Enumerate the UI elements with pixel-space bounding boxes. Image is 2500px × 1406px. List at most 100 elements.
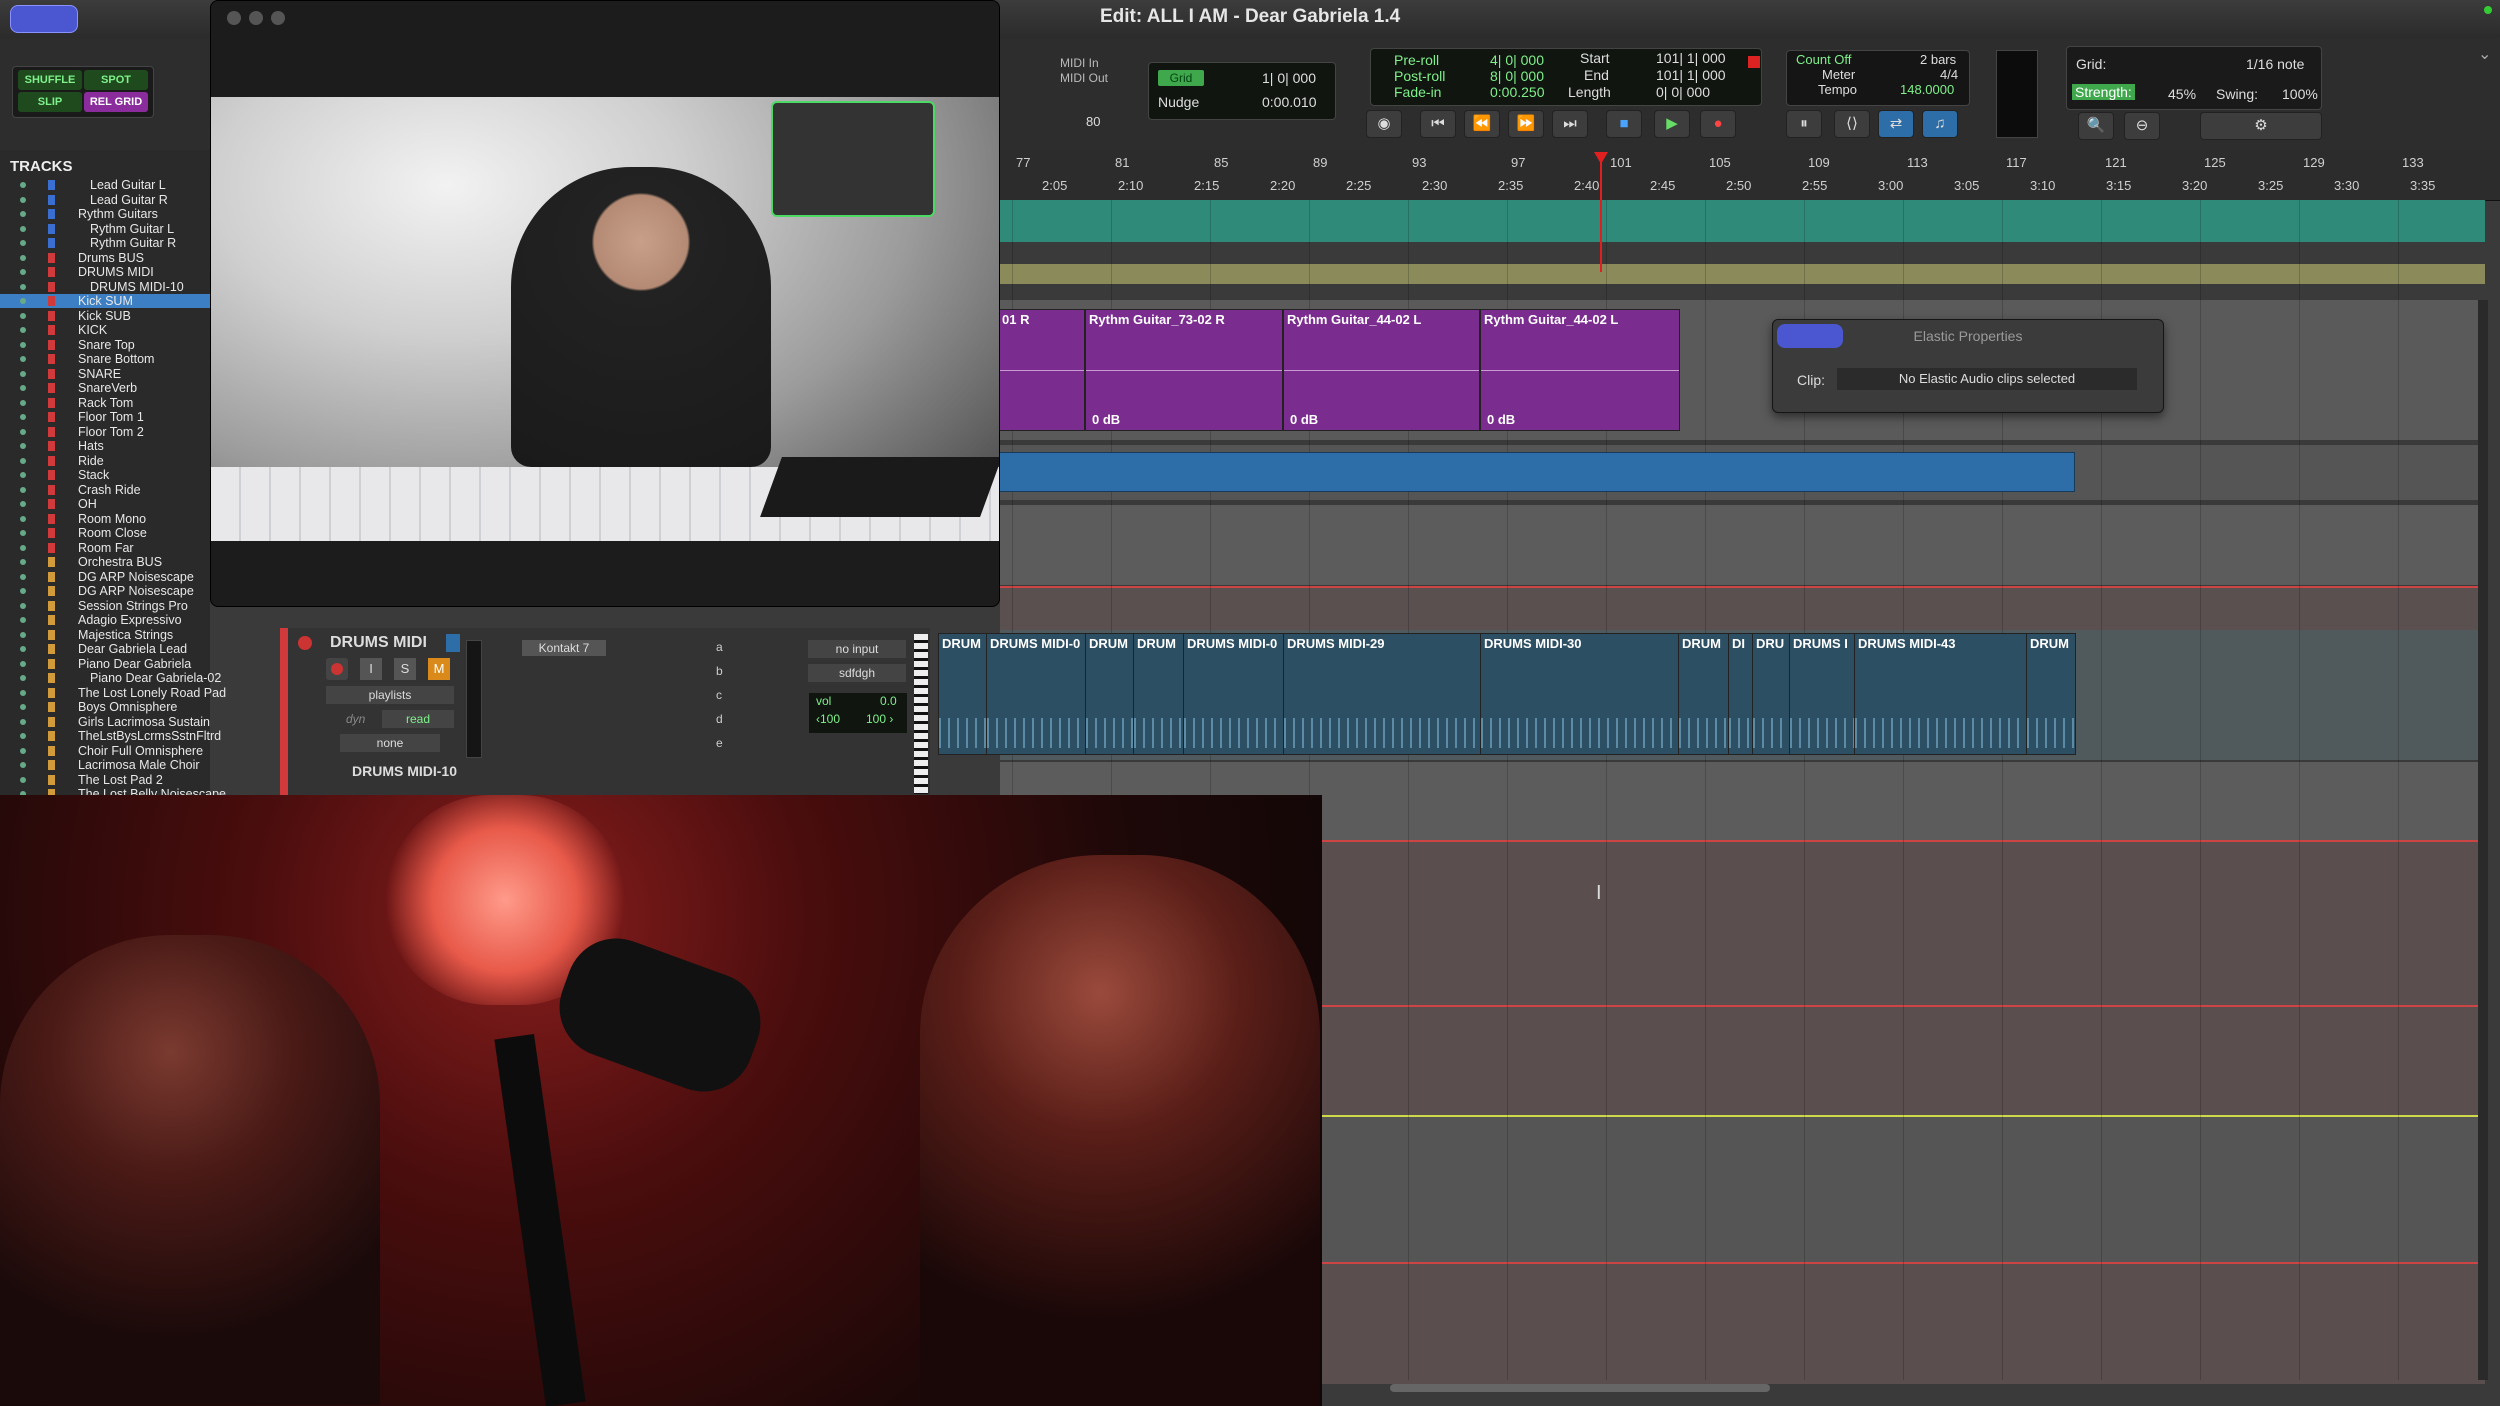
track-active-icon[interactable]: [20, 327, 26, 333]
track-list-item[interactable]: Rythm Guitar R: [0, 236, 210, 250]
track-active-icon[interactable]: [20, 298, 26, 304]
volume-value[interactable]: 0.0: [880, 694, 897, 708]
grid-value[interactable]: 1| 0| 000: [1262, 70, 1316, 86]
track-active-icon[interactable]: [20, 617, 26, 623]
rewind-button[interactable]: ⏪: [1464, 110, 1500, 138]
track-active-icon[interactable]: [20, 733, 26, 739]
postroll-label[interactable]: Post-roll: [1394, 68, 1445, 84]
guitar-clip[interactable]: 01 R: [998, 309, 1085, 431]
drum-midi-clip[interactable]: DRUMS MIDI-43: [1854, 633, 2027, 755]
meter-value[interactable]: 4/4: [1940, 67, 1958, 82]
zoom-button[interactable]: 🔍: [2078, 112, 2114, 140]
playhead-marker-icon[interactable]: [1594, 152, 1608, 164]
drum-midi-clip[interactable]: DRUMS MIDI-30: [1480, 633, 1679, 755]
clip-gain[interactable]: 0 dB: [1092, 412, 1120, 427]
drum-midi-clip[interactable]: DRUM: [938, 633, 987, 755]
solo-button[interactable]: S: [394, 658, 416, 680]
track-list-item[interactable]: SNARE: [0, 367, 210, 381]
track-list-item[interactable]: Room Far: [0, 541, 210, 555]
track-list-item[interactable]: Dear Gabriela Lead: [0, 642, 210, 656]
track-active-icon[interactable]: [20, 312, 26, 319]
horizontal-scrollbar[interactable]: [1390, 1384, 1770, 1392]
track-list-item[interactable]: Ride: [0, 454, 210, 468]
video-close-icon[interactable]: [227, 11, 241, 25]
go-to-end-button[interactable]: ⏭: [1552, 110, 1588, 138]
video-minimize-icon[interactable]: [249, 11, 263, 25]
track-list-item[interactable]: Drums BUS: [0, 251, 210, 265]
track-active-icon[interactable]: [20, 515, 26, 522]
slip-mode-button[interactable]: SLIP: [18, 92, 82, 112]
video-zoom-icon[interactable]: [271, 11, 285, 25]
webcam-video-window[interactable]: [210, 0, 1000, 607]
track-active-icon[interactable]: [20, 254, 26, 261]
track-active-icon[interactable]: [20, 356, 26, 362]
send-slot[interactable]: b: [716, 664, 723, 678]
track-active-icon[interactable]: [20, 718, 26, 725]
zoom-out-button[interactable]: ⊖: [2124, 112, 2160, 140]
record-button[interactable]: ●: [1700, 110, 1736, 138]
track-list-item[interactable]: OH: [0, 497, 210, 511]
wait-for-note-button[interactable]: ⟨⟩: [1834, 110, 1870, 138]
track-list-item[interactable]: Rythm Guitar L: [0, 222, 210, 236]
drum-midi-clip[interactable]: DRU: [1752, 633, 1790, 755]
preroll-label[interactable]: Pre-roll: [1394, 52, 1439, 68]
guitar-clip[interactable]: Rythm Guitar_73-02 R 0 dB: [1085, 309, 1283, 431]
fadein-value[interactable]: 0:00.250: [1490, 84, 1545, 100]
clip-gain[interactable]: 0 dB: [1487, 412, 1515, 427]
track-list-item[interactable]: Snare Top: [0, 338, 210, 352]
track-active-icon[interactable]: [20, 573, 26, 580]
length-value[interactable]: 0| 0| 000: [1656, 84, 1710, 100]
track-active-icon[interactable]: [20, 747, 26, 754]
drum-midi-clip[interactable]: DRUMS MIDI-0: [1183, 633, 1284, 755]
mute-button[interactable]: M: [428, 658, 450, 680]
input-selector[interactable]: no input: [808, 640, 906, 658]
track-list-item[interactable]: Hats: [0, 439, 210, 453]
track-list-item[interactable]: Lacrimosa Male Choir: [0, 758, 210, 772]
track-list-item[interactable]: DG ARP Noisescape: [0, 570, 210, 584]
track-active-icon[interactable]: [20, 385, 26, 391]
track-list-item[interactable]: Rythm Guitars: [0, 207, 210, 221]
track-active-icon[interactable]: [20, 443, 26, 449]
track-list-item[interactable]: Room Mono: [0, 512, 210, 526]
track-list-item[interactable]: Rack Tom: [0, 396, 210, 410]
track-list-item[interactable]: Kick SUM: [0, 294, 210, 308]
sub-track-name[interactable]: DRUMS MIDI-10: [352, 763, 457, 779]
track-active-icon[interactable]: [20, 530, 26, 536]
output-selector[interactable]: sdfdgh: [808, 664, 906, 682]
track-list-item[interactable]: Choir Full Omnisphere: [0, 744, 210, 758]
track-active-icon[interactable]: [20, 341, 26, 348]
track-list-item[interactable]: Floor Tom 2: [0, 425, 210, 439]
strength-value[interactable]: 45%: [2168, 86, 2196, 102]
track-list-item[interactable]: DRUMS MIDI: [0, 265, 210, 279]
guitar-clip[interactable]: Rythm Guitar_44-02 L 0 dB: [1480, 309, 1680, 431]
track-active-icon[interactable]: [20, 240, 26, 246]
track-list-item[interactable]: The Lost Lonely Road Pad: [0, 686, 226, 700]
play-loop-button[interactable]: ▶: [1654, 110, 1690, 138]
count-off-label[interactable]: Count Off: [1796, 52, 1851, 67]
pan-right-value[interactable]: 100 ›: [866, 712, 893, 726]
track-active-icon[interactable]: [20, 588, 26, 594]
track-list-item[interactable]: Lead Guitar R: [0, 193, 210, 207]
track-active-icon[interactable]: [20, 776, 26, 783]
online-button[interactable]: ◉: [1366, 110, 1402, 138]
track-active-icon[interactable]: [20, 399, 26, 406]
grid-button[interactable]: Grid: [1158, 70, 1204, 86]
track-name-menu-icon[interactable]: [446, 634, 460, 652]
preroll-value[interactable]: 4| 0| 000: [1490, 52, 1544, 68]
end-value[interactable]: 101| 1| 000: [1656, 67, 1726, 83]
track-active-icon[interactable]: [20, 544, 26, 551]
track-active-icon[interactable]: [20, 501, 26, 507]
track-list-item[interactable]: DRUMS MIDI-10: [0, 280, 210, 294]
nudge-value[interactable]: 0:00.010: [1262, 94, 1317, 110]
track-list-item[interactable]: Crash Ride: [0, 483, 210, 497]
send-slot[interactable]: d: [716, 712, 723, 726]
send-slot[interactable]: e: [716, 736, 723, 750]
postroll-value[interactable]: 8| 0| 000: [1490, 68, 1544, 84]
fadein-label[interactable]: Fade-in: [1394, 84, 1441, 100]
track-active-icon[interactable]: [20, 414, 26, 420]
track-list-item[interactable]: Session Strings Pro: [0, 599, 210, 613]
clip-gain[interactable]: 0 dB: [1290, 412, 1318, 427]
drum-midi-clip[interactable]: DRUMS MIDI-29: [1283, 633, 1481, 755]
track-active-icon[interactable]: [20, 182, 26, 188]
track-active-icon[interactable]: [20, 428, 26, 435]
